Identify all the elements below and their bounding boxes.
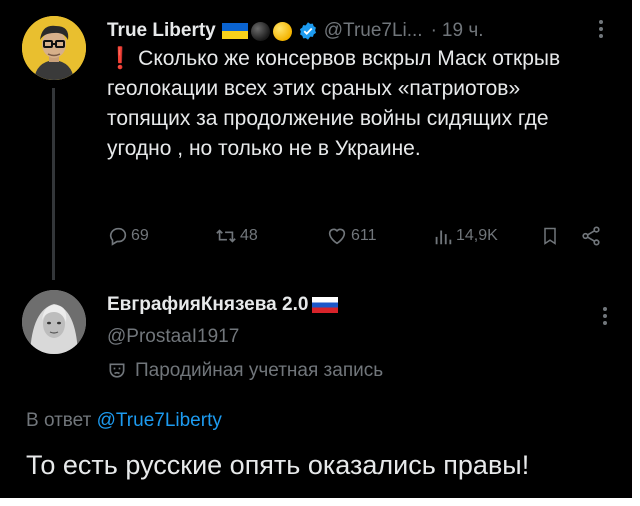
reply-mention-link[interactable]: @True7Liberty <box>97 410 222 431</box>
like-icon <box>328 228 346 245</box>
reply-count: 69 <box>131 227 149 244</box>
bookmark-button[interactable] <box>540 225 562 247</box>
tweet-body: ❗ Сколько же консервов вскрыл Маск открыв… <box>107 44 607 164</box>
tweet-header: True Liberty @True7Li... · 19 ч. <box>107 15 484 47</box>
like-button[interactable]: 611 <box>325 225 377 247</box>
views-icon <box>435 230 452 245</box>
share-button[interactable] <box>580 225 604 247</box>
evgrafia-avatar[interactable] <box>22 290 86 354</box>
reply-to-line: В ответ @True7Liberty <box>26 410 222 432</box>
repost-count: 48 <box>240 227 258 244</box>
verified-badge-icon <box>298 21 318 41</box>
share-icon <box>582 226 600 246</box>
theater-mask-icon <box>107 361 127 381</box>
view-count: 14,9K <box>456 227 498 244</box>
like-count: 611 <box>351 227 377 244</box>
ukraine-flag-icon <box>221 23 248 39</box>
tweet-actions: 69 48 611 14,9K <box>107 225 627 251</box>
reply-icon <box>109 227 127 246</box>
yellow-circle-icon <box>272 21 292 41</box>
reply-button[interactable]: 69 <box>107 225 149 247</box>
bookmark-icon <box>544 227 556 245</box>
repost-icon <box>216 229 236 243</box>
author-name[interactable]: True Liberty <box>107 20 216 42</box>
reply-author-name[interactable]: ЕвграфияКнязева 2.0 <box>107 294 308 316</box>
reply-prefix: В ответ <box>26 410 92 431</box>
more-icon[interactable] <box>598 18 604 45</box>
true-liberty-avatar[interactable] <box>22 16 86 80</box>
avatar-illustration <box>22 16 86 80</box>
author-handle[interactable]: @True7Li... <box>324 20 423 42</box>
avatar-photo <box>22 290 86 354</box>
tweet-text: Сколько же консервов вскрыл Маск открыв … <box>107 47 561 160</box>
parody-account-label: Пародийная учетная запись <box>107 360 383 382</box>
separator-dot: · <box>430 20 437 41</box>
reply-text: То есть русские опять оказались правы! <box>26 450 530 480</box>
views-button[interactable]: 14,9K <box>432 225 498 247</box>
reply-author-handle[interactable]: @ProstaaI1917 <box>107 326 239 348</box>
thread-line <box>52 88 55 280</box>
tweet-screenshot: True Liberty @True7Li... · 19 ч. ❗ Скольк… <box>0 0 632 498</box>
parody-text: Пародийная учетная запись <box>135 360 384 381</box>
timestamp[interactable]: 19 ч. <box>442 20 484 42</box>
red-exclamation-icon: ❗ <box>107 47 134 70</box>
russia-flag-icon <box>312 297 339 313</box>
repost-button[interactable]: 48 <box>214 225 258 247</box>
reply-author-row: ЕвграфияКнязева 2.0 <box>107 294 339 316</box>
black-circle-icon <box>250 21 270 41</box>
reply-more-icon[interactable] <box>602 305 608 332</box>
